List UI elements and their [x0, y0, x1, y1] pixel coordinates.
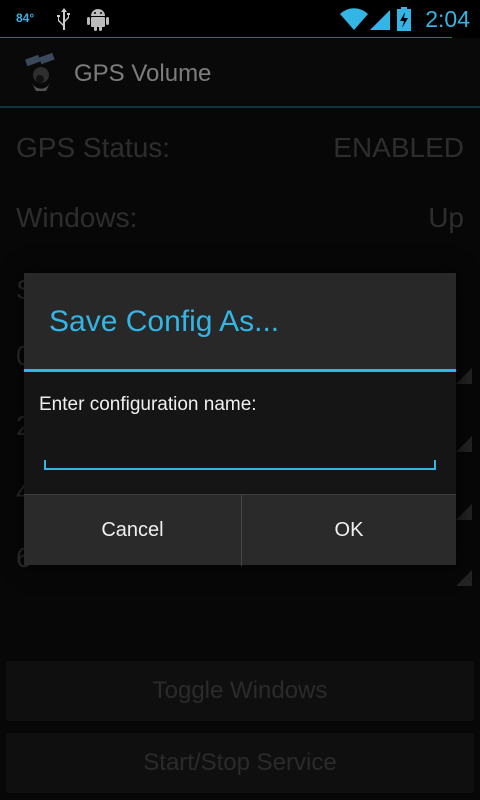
cancel-button[interactable]: Cancel [24, 495, 241, 566]
input-underline-edge [44, 460, 46, 468]
signal-icon [370, 10, 390, 30]
usb-icon [57, 8, 70, 30]
temperature-indicator: 84° [16, 11, 35, 25]
android-debug-icon [87, 9, 109, 31]
dialog-body: Enter configuration name: [24, 372, 456, 494]
dialog-title: Save Config As... [49, 305, 280, 338]
clock: 2:04 [425, 6, 470, 32]
status-bar: 84° 2:04 [0, 0, 480, 38]
battery-charging-icon [397, 7, 411, 31]
config-name-input[interactable] [44, 430, 436, 470]
wifi-icon [340, 8, 368, 30]
input-underline-edge [434, 460, 436, 468]
dialog-button-bar: Cancel OK [24, 494, 456, 566]
ok-button[interactable]: OK [242, 495, 456, 566]
config-name-prompt: Enter configuration name: [39, 394, 257, 415]
save-config-dialog: Save Config As... Enter configuration na… [24, 273, 456, 566]
